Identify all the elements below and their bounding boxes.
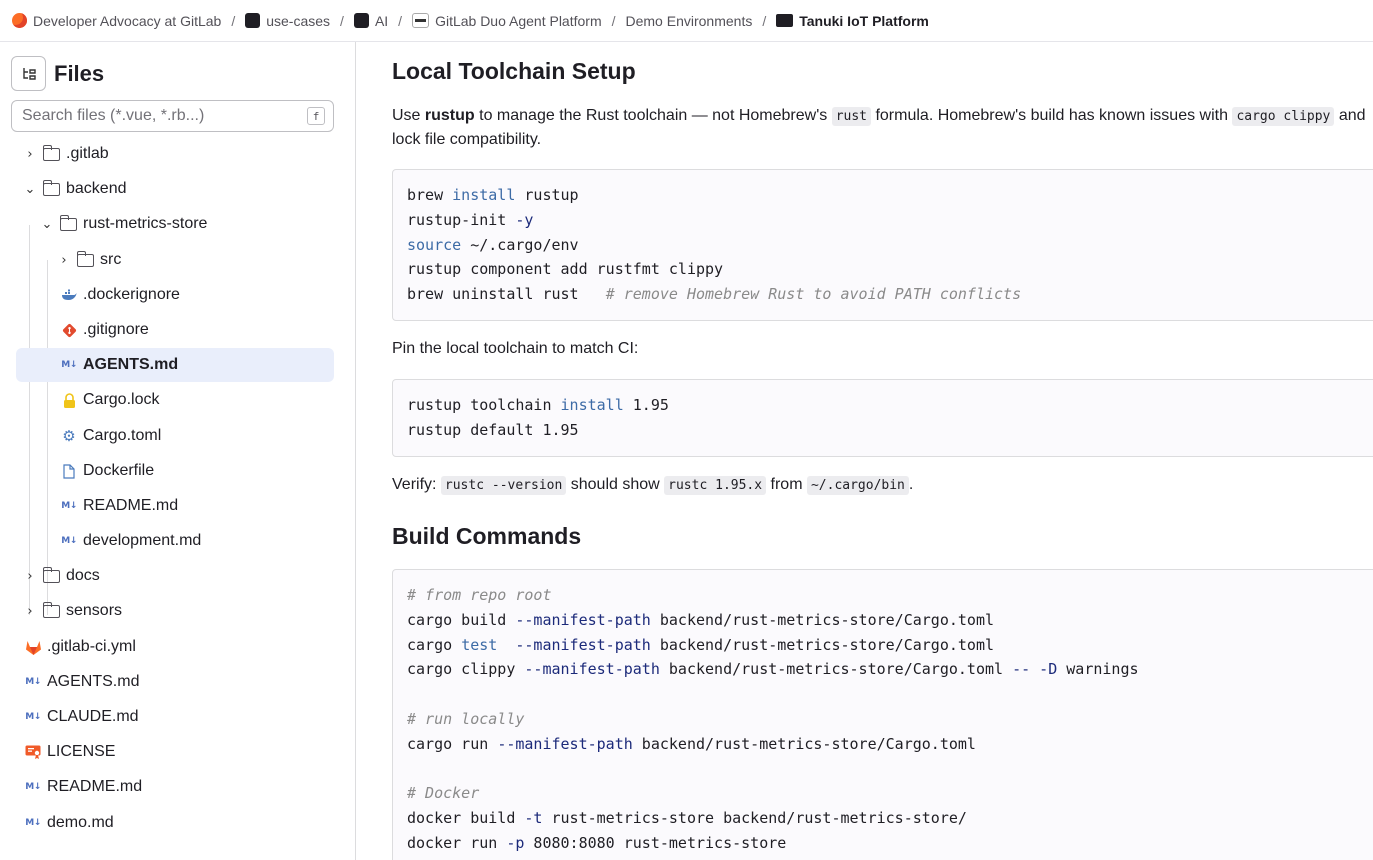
project-avatar-icon [776,14,794,27]
chevron-right-icon[interactable]: › [23,147,37,162]
heading-build-commands: Build Commands [392,523,582,549]
tree-folder-rust-metrics-store[interactable]: ⌄ rust-metrics-store [16,207,334,241]
files-title: Files [54,60,105,86]
chevron-right-icon[interactable]: › [23,569,37,584]
file-tree-icon [22,67,36,80]
git-icon [60,322,78,338]
markdown-icon: M↓ [25,712,41,722]
tree-file-demo-md[interactable]: M↓ demo.md [16,806,334,840]
folder-icon [42,601,60,618]
tree-file-cargo-toml[interactable]: ⚙ Cargo.toml [16,419,334,453]
folder-icon [42,144,60,161]
group-avatar-icon [12,13,27,28]
breadcrumb: Developer Advocacy at GitLab / use-cases… [0,0,1373,42]
chevron-down-icon[interactable]: ⌄ [40,217,54,232]
toggle-file-tree-button[interactable] [11,56,46,91]
folder-icon [42,566,60,583]
lock-icon [60,392,78,408]
markdown-icon: M↓ [25,818,41,828]
tree-file-cargo-lock[interactable]: Cargo.lock [16,383,334,417]
breadcrumb-item-group[interactable]: Developer Advocacy at GitLab [12,13,221,29]
file-tree-sidebar: Files f ›.gitlab ⌄backend ⌄rust-metrics-… [0,42,356,860]
toolchain-intro-paragraph: Use rustup to manage the Rust toolchain … [392,107,1366,148]
chevron-down-icon[interactable]: ⌄ [23,182,37,197]
subgroup-avatar-icon [245,13,261,28]
heading-local-toolchain-setup: Local Toolchain Setup [392,58,636,84]
gear-icon: ⚙ [62,428,76,445]
folder-open-icon [42,179,60,196]
markdown-icon: M↓ [25,782,41,792]
chevron-right-icon[interactable]: › [57,253,71,268]
markdown-icon: M↓ [25,677,41,687]
license-icon [24,744,42,760]
markdown-icon: M↓ [61,501,77,511]
tree-file-dockerignore[interactable]: .dockerignore [16,278,334,312]
files-header: Files [11,56,104,91]
code-block-pin-toolchain[interactable]: rustup toolchain install 1.95 rustup def… [392,379,1373,457]
tree-file-readme-md[interactable]: M↓ README.md [16,489,334,523]
file-search: f [11,100,334,132]
tree-file-gitignore[interactable]: .gitignore [16,313,334,347]
breadcrumb-item-ai[interactable]: AI [353,13,388,29]
tree-file-gitlab-ci[interactable]: .gitlab-ci.yml [16,630,334,664]
gitlab-icon [24,639,42,655]
tree-file-readme-md-root[interactable]: M↓ README.md [16,770,334,804]
markdown-icon: M↓ [61,536,77,546]
pin-toolchain-paragraph: Pin the local toolchain to match CI: [392,340,639,357]
tree-folder-gitlab[interactable]: › .gitlab [16,137,334,171]
tree-file-agents-md[interactable]: M↓ AGENTS.md [16,348,334,382]
subgroup-avatar-icon [353,13,369,28]
docker-icon [60,287,78,303]
markdown-icon: M↓ [61,360,77,370]
tree-folder-src[interactable]: › src [16,243,334,277]
breadcrumb-item-duo-agent-platform[interactable]: GitLab Duo Agent Platform [412,13,602,29]
tree-folder-sensors[interactable]: › sensors [16,594,334,628]
breadcrumb-item-use-cases[interactable]: use-cases [245,13,330,29]
verify-paragraph: Verify: rustc --version should show rust… [392,476,914,495]
folder-icon [76,250,94,267]
breadcrumb-item-project[interactable]: Tanuki IoT Platform [776,13,929,29]
breadcrumb-item-demo-environments[interactable]: Demo Environments [626,13,753,29]
tree-folder-backend[interactable]: ⌄ backend [16,172,334,206]
markdown-content: Local Toolchain Setup Use rustup to mana… [392,42,1373,860]
tree-file-development-md[interactable]: M↓ development.md [16,524,334,558]
subgroup-avatar-icon [412,13,430,28]
code-block-install-rustup[interactable]: brew install rustup rustup-init -y sourc… [392,169,1373,321]
chevron-right-icon[interactable]: › [23,604,37,619]
file-icon [60,463,78,479]
tree-file-dockerfile[interactable]: Dockerfile [16,454,334,488]
tree-file-claude-md[interactable]: M↓ CLAUDE.md [16,700,334,734]
tree-file-agents-md-root[interactable]: M↓ AGENTS.md [16,665,334,699]
tree-file-license[interactable]: LICENSE [16,735,334,769]
folder-open-icon [59,214,77,231]
tree-folder-docs[interactable]: › docs [16,559,334,593]
search-shortcut-key: f [307,107,325,125]
code-block-build-commands[interactable]: # from repo root cargo build --manifest-… [392,569,1373,860]
search-files-input[interactable] [22,107,307,125]
